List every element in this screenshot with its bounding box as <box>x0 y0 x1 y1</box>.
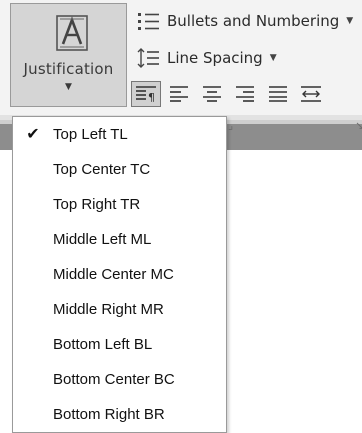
bullets-and-numbering-button[interactable]: Bullets and Numbering ▼ <box>137 11 353 31</box>
menu-item-label: Middle Left ML <box>53 230 152 248</box>
justify-button[interactable] <box>263 81 293 107</box>
justification-A-icon <box>56 15 88 51</box>
menu-item-label: Middle Center MC <box>53 265 174 283</box>
chevron-down-icon: ▼ <box>269 53 277 63</box>
menu-item-label: Bottom Center BC <box>53 370 175 388</box>
menu-item-middle-center[interactable]: Middle Center MC <box>13 257 226 291</box>
line-spacing-label: Line Spacing <box>167 49 263 67</box>
panel-expander-icon[interactable]: ⌟ <box>228 119 233 132</box>
default-align-icon: ¶ <box>136 86 156 103</box>
justification-button[interactable]: Justification ▼ <box>10 3 127 107</box>
menu-item-label: Middle Right MR <box>53 300 164 318</box>
justification-dropdown-menu: ✔ Top Left TL Top Center TC Top Right TR… <box>12 116 227 433</box>
menu-item-label: Bottom Right BR <box>53 405 165 423</box>
distribute-icon <box>301 86 321 102</box>
align-default-button[interactable]: ¶ <box>131 81 161 107</box>
align-center-icon <box>203 86 221 102</box>
align-right-icon <box>236 86 254 102</box>
menu-item-top-left[interactable]: ✔ Top Left TL <box>13 117 226 151</box>
bullets-and-numbering-label: Bullets and Numbering <box>167 12 340 30</box>
line-spacing-icon <box>137 48 159 68</box>
line-spacing-button[interactable]: Line Spacing ▼ <box>137 48 277 68</box>
menu-item-bottom-center[interactable]: Bottom Center BC <box>13 362 226 396</box>
menu-item-label: Top Left TL <box>53 125 128 143</box>
align-left-icon <box>170 86 188 102</box>
chevron-down-icon: ▼ <box>346 16 354 26</box>
align-right-button[interactable] <box>230 81 260 107</box>
menu-item-middle-right[interactable]: Middle Right MR <box>13 292 226 326</box>
menu-item-top-center[interactable]: Top Center TC <box>13 152 226 186</box>
checkmark-icon: ✔ <box>26 126 40 143</box>
svg-text:¶: ¶ <box>148 91 155 103</box>
align-left-button[interactable] <box>164 81 194 107</box>
menu-item-bottom-left[interactable]: Bottom Left BL <box>13 327 226 361</box>
menu-item-label: Bottom Left BL <box>53 335 153 353</box>
menu-item-label: Top Center TC <box>53 160 151 178</box>
distribute-button[interactable] <box>296 81 326 107</box>
justification-label: Justification <box>23 60 114 78</box>
bullets-list-icon <box>138 13 159 30</box>
align-center-button[interactable] <box>197 81 227 107</box>
menu-item-label: Top Right TR <box>53 195 141 213</box>
panel-launcher-icon[interactable]: ↘ <box>355 119 362 132</box>
menu-item-middle-left[interactable]: Middle Left ML <box>13 222 226 256</box>
menu-item-top-right[interactable]: Top Right TR <box>13 187 226 221</box>
justify-icon <box>269 86 287 102</box>
chevron-down-icon: ▼ <box>65 82 72 92</box>
menu-item-bottom-right[interactable]: Bottom Right BR <box>13 397 226 431</box>
